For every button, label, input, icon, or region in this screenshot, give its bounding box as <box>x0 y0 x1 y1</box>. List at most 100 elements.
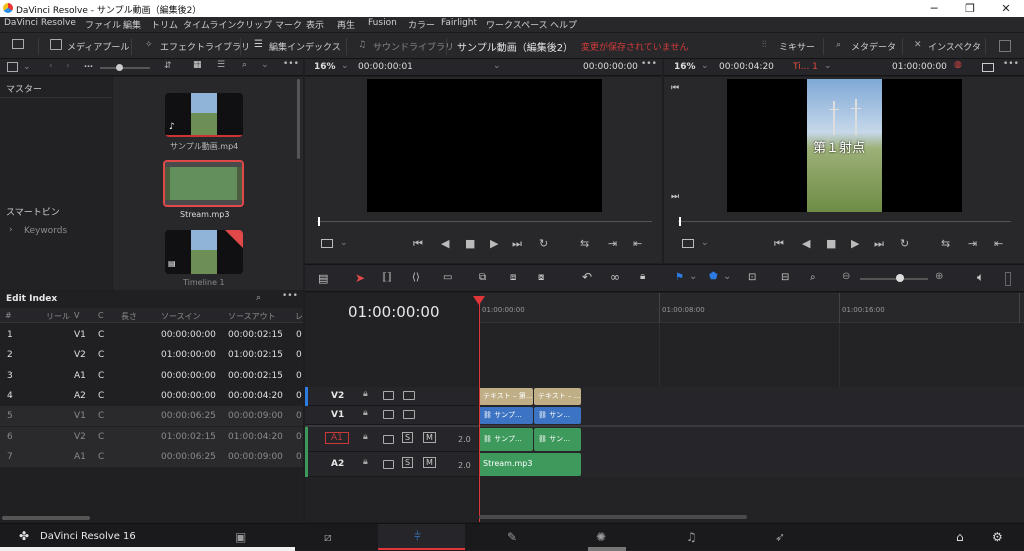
snapping-icon[interactable]: ↶ <box>582 270 592 284</box>
search-chevron-icon[interactable]: ⌄ <box>261 60 269 70</box>
audio-clip-thumbnail[interactable] <box>163 160 244 207</box>
table-row[interactable]: 1 V1 C 00:00:00:00 00:00:02:15 0 <box>0 325 303 345</box>
timeline-last-frame-icon[interactable]: ⏭ <box>874 237 884 251</box>
inspector-button[interactable]: インスペクタ <box>928 40 981 53</box>
timeline-zoom-slider[interactable] <box>860 278 928 280</box>
source-mark-out-icon[interactable]: ⇤ <box>633 237 642 250</box>
next-edit-icon[interactable]: ⏭ <box>671 192 679 202</box>
source-play-icon[interactable]: ▶ <box>490 237 498 250</box>
timeline-mark-in-icon[interactable]: ⇥ <box>968 237 977 250</box>
zoom-slider-knob[interactable] <box>896 274 904 282</box>
menu-workspace[interactable]: ワークスペース <box>486 18 548 31</box>
viewer-mode-icon[interactable] <box>982 63 994 72</box>
col-v[interactable]: V <box>74 311 79 320</box>
sort-icon[interactable]: ⇵ <box>164 61 172 71</box>
video-clip-1[interactable]: ⛓ サンプ… <box>479 407 533 424</box>
timeline-match-frame-icon[interactable]: ⇆ <box>941 237 950 250</box>
table-row[interactable]: 4 A2 C 00:00:00:00 00:00:04:20 0 <box>0 386 303 406</box>
forward-icon[interactable]: › <box>66 61 70 71</box>
col-duration[interactable]: 長さ <box>121 311 137 322</box>
menu-davinci[interactable]: DaVinci Resolve <box>4 18 76 28</box>
maximize-button[interactable]: ❐ <box>952 0 988 17</box>
text-clip-1[interactable]: テキスト – 第… <box>479 388 533 405</box>
text-clip-2[interactable]: テキスト – … <box>534 388 581 405</box>
track-header-v2[interactable]: V2 🔒︎ <box>305 387 478 406</box>
source-video-frame[interactable] <box>367 79 602 212</box>
overwrite-clip-icon[interactable]: ⧈ <box>510 272 516 283</box>
grid-view-icon[interactable]: ▦ <box>193 60 202 70</box>
back-icon[interactable]: ‹ <box>49 61 53 71</box>
track-enable-icon[interactable] <box>403 391 415 400</box>
track-header-a2[interactable]: A2 🔒︎ S M 2.0 <box>305 452 478 477</box>
source-reverse-icon[interactable]: ◀ <box>441 237 449 250</box>
col-source-in[interactable]: ソースイン <box>161 311 201 322</box>
auto-select-icon[interactable] <box>383 391 394 400</box>
source-clip-chevron-icon[interactable]: ⌄ <box>493 61 501 71</box>
playhead-line[interactable] <box>479 296 480 522</box>
timeline-view-mode-icon[interactable] <box>682 239 694 248</box>
menu-clip[interactable]: クリップ <box>236 18 272 31</box>
table-row[interactable]: 3 A1 C 00:00:00:00 00:00:02:15 0 <box>0 366 303 386</box>
flag-icon[interactable]: ⚑ <box>675 272 684 283</box>
menu-view[interactable]: 表示 <box>306 18 324 31</box>
source-zoom-chevron-icon[interactable]: ⌄ <box>341 61 349 71</box>
timeline-scrollbar[interactable] <box>479 515 747 519</box>
timeline-loop-icon[interactable]: ↻ <box>900 237 909 250</box>
mixer-button[interactable]: ミキサー <box>779 40 815 53</box>
media-clip-thumbnail[interactable]: ♪ <box>165 93 243 137</box>
dynamic-trim-icon[interactable]: ⟨⟩ <box>412 272 420 283</box>
source-playhead[interactable] <box>318 217 320 226</box>
timeline-first-frame-icon[interactable]: ⏮ <box>774 237 784 251</box>
edit-index-search-icon[interactable]: ⌕ <box>256 293 261 303</box>
menu-file[interactable]: ファイル <box>85 18 121 31</box>
bin-keywords[interactable]: Keywords <box>24 226 67 236</box>
list-view-icon[interactable]: ☰ <box>217 60 225 70</box>
metadata-button[interactable]: メタデータ <box>851 40 896 53</box>
col-number[interactable]: # <box>5 311 12 320</box>
expand-icon[interactable] <box>999 40 1011 52</box>
timeline-name-chevron-icon[interactable]: ⌄ <box>824 61 832 71</box>
media-page-icon[interactable]: ▣ <box>235 530 246 544</box>
timeline-ruler[interactable]: 01:00:00:00 01:00:08:00 01:00:16:00 <box>479 293 1024 323</box>
video-clip-2[interactable]: ⛓ サン… <box>534 407 581 424</box>
settings-gear-icon[interactable]: ⚙ <box>992 530 1003 544</box>
timeline-reverse-icon[interactable]: ◀ <box>802 237 810 250</box>
menu-mark[interactable]: マーク <box>275 18 302 31</box>
linked-selection-icon[interactable]: ∞ <box>610 270 620 284</box>
menu-color[interactable]: カラー <box>408 18 435 31</box>
timeline-play-icon[interactable]: ▶ <box>851 237 859 250</box>
menu-edit[interactable]: 編集 <box>123 18 141 31</box>
auto-select-icon[interactable] <box>383 410 394 419</box>
col-record[interactable]: レ <box>295 311 303 322</box>
insert-clip-icon[interactable]: ⧉ <box>479 272 486 283</box>
mute-button[interactable]: M <box>423 432 436 443</box>
prev-edit-icon[interactable]: ⏮ <box>671 83 679 93</box>
zoom-full-icon[interactable]: ⊡ <box>748 272 756 283</box>
timeline-zoom[interactable]: 16% <box>674 62 696 72</box>
effects-library-button[interactable]: エフェクトライブラリ <box>160 40 250 53</box>
edit-index-scrollbar[interactable] <box>2 516 90 520</box>
color-wheel-icon[interactable]: ◍ <box>954 60 962 70</box>
menu-fairlight[interactable]: Fairlight <box>441 18 477 28</box>
timeline-name[interactable]: Ti... 1 <box>793 62 818 72</box>
solo-button[interactable]: S <box>402 432 414 443</box>
fairlight-page-icon[interactable]: ♫ <box>686 530 697 544</box>
col-c[interactable]: C <box>98 311 104 320</box>
marker-chevron-icon[interactable]: ⌄ <box>723 271 731 282</box>
cut-page-icon[interactable]: ⧄ <box>324 530 332 545</box>
table-row[interactable]: 2 V2 C 01:00:00:00 01:00:02:15 0 <box>0 345 303 365</box>
current-timecode[interactable]: 01:00:00:00 <box>348 303 440 321</box>
close-button[interactable]: ✕ <box>988 0 1024 17</box>
media-pool-button[interactable]: メディアプール <box>67 40 129 53</box>
bin-master[interactable]: マスター <box>6 82 42 95</box>
edit-index-options-icon[interactable]: ••• <box>282 291 298 301</box>
source-mark-in-icon[interactable]: ⇥ <box>608 237 617 250</box>
blade-tool-icon[interactable]: ▭ <box>443 272 452 283</box>
track-lock-icon[interactable]: 🔒︎ <box>363 408 368 418</box>
zoom-out-icon[interactable]: ⊖ <box>842 271 850 282</box>
monitor-icon[interactable] <box>12 39 24 49</box>
source-last-frame-icon[interactable]: ⏭ <box>512 237 522 251</box>
minimize-button[interactable]: ─ <box>916 0 952 17</box>
zoom-in-icon[interactable]: ⊕ <box>935 271 943 282</box>
track-lock-icon[interactable]: 🔒︎ <box>363 432 368 442</box>
